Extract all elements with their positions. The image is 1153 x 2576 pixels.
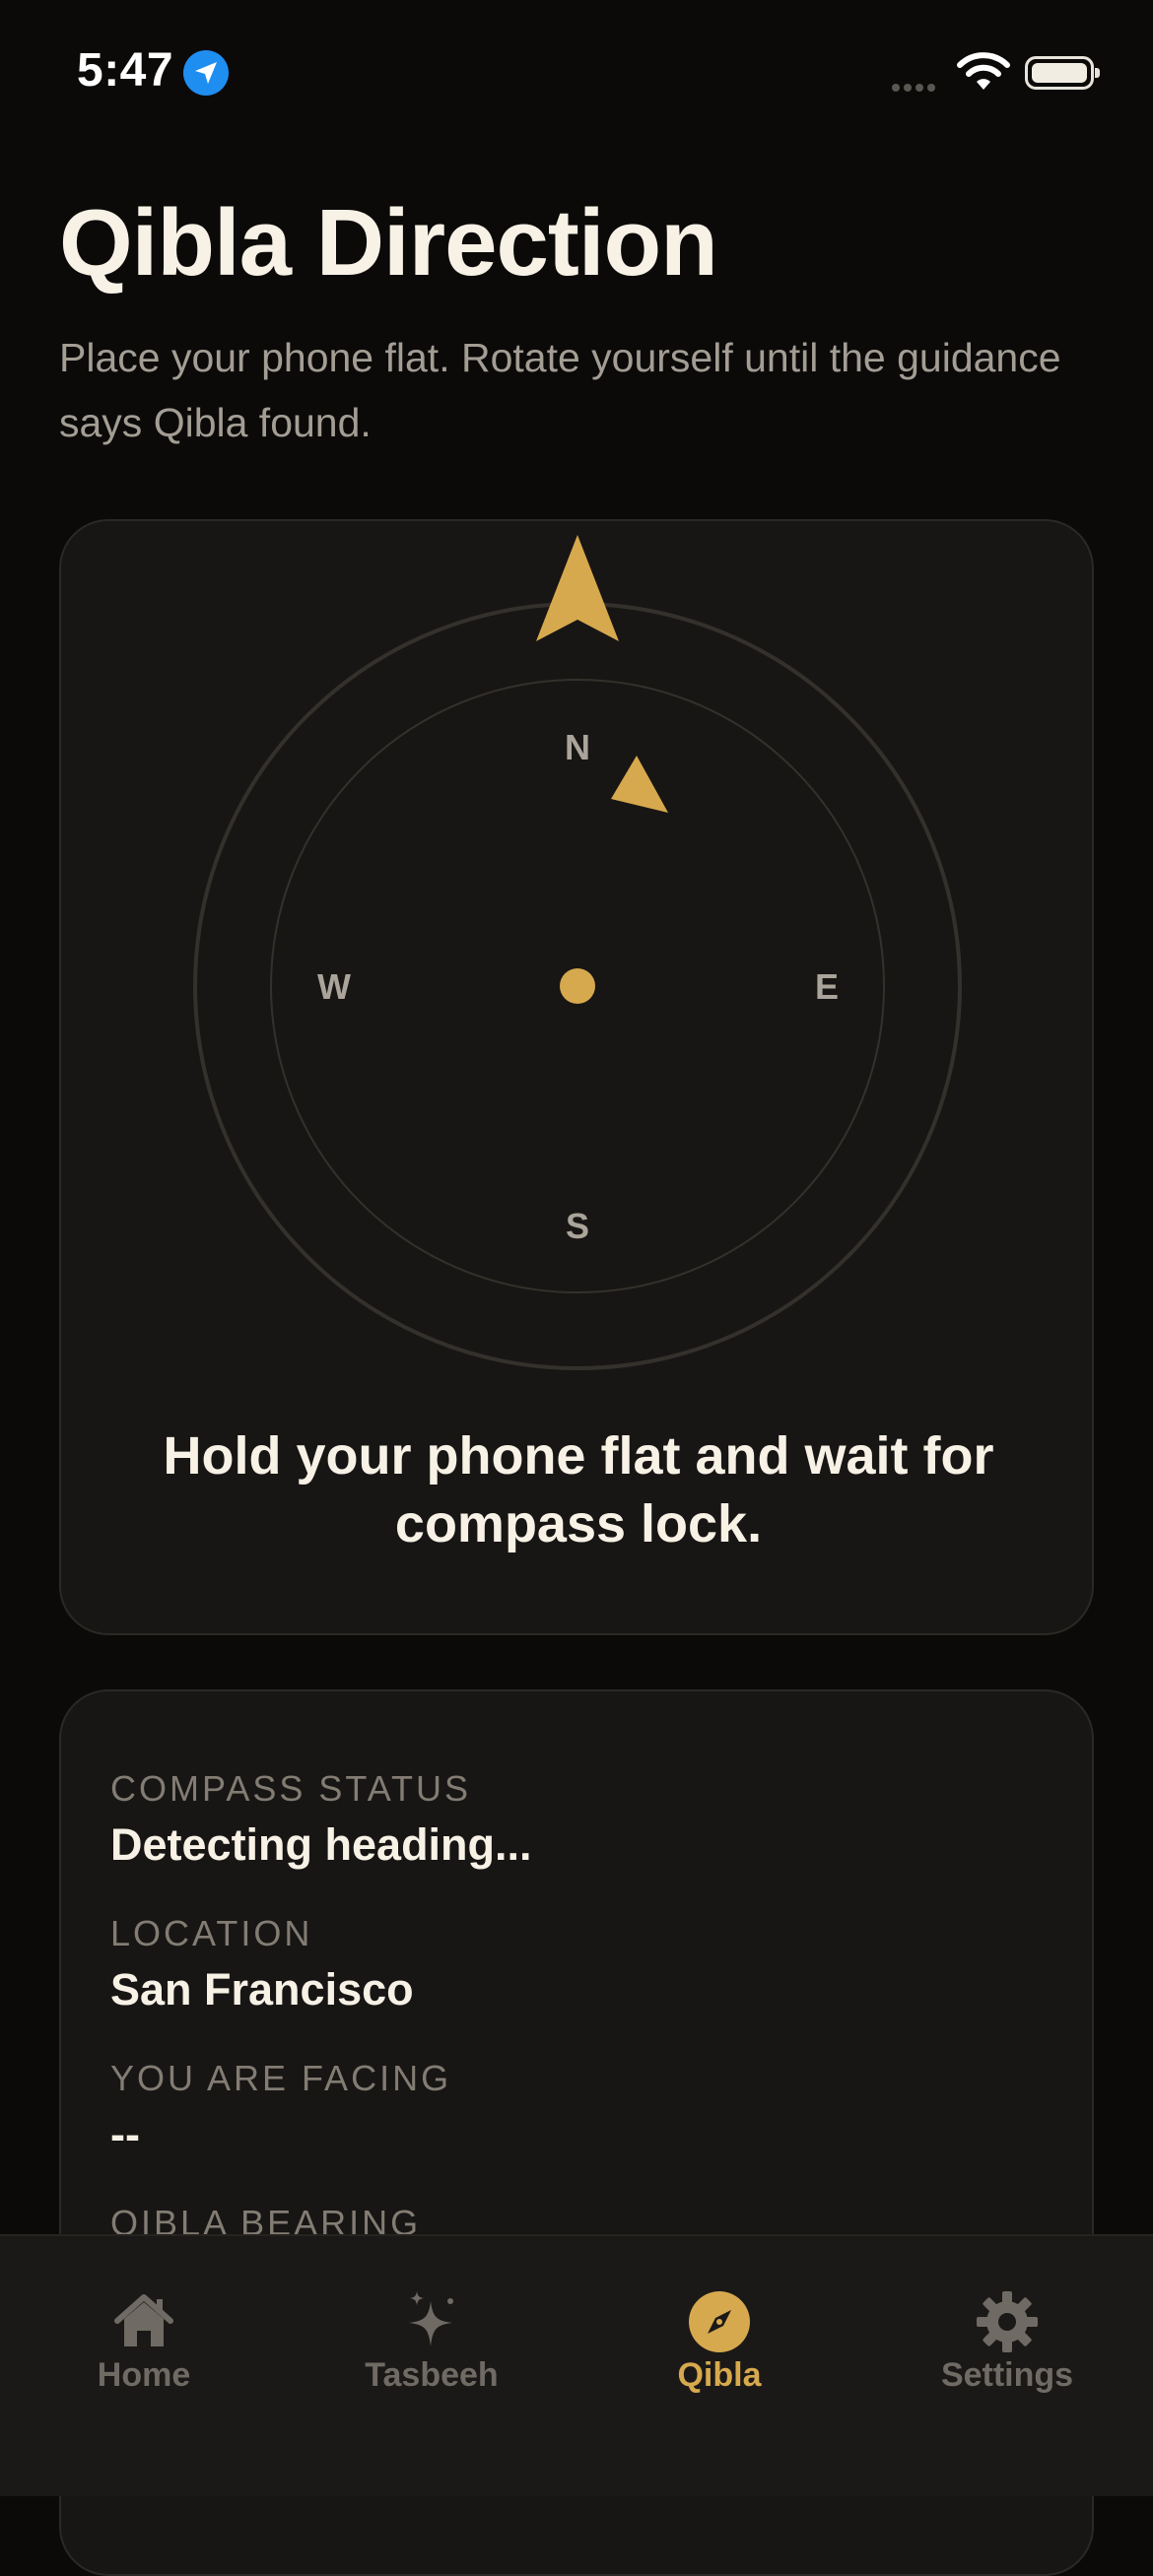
facing-value: --	[110, 2109, 140, 2159]
tab-home-label: Home	[97, 2356, 191, 2394]
sparkle-icon	[409, 2291, 453, 2346]
status-time: 5:47	[77, 44, 174, 97]
tab-bar: Home Tasbeeh Qibla Settings	[0, 2234, 1153, 2496]
page-title: Qibla Direction	[59, 190, 718, 296]
battery-icon	[1025, 56, 1100, 90]
home-icon	[114, 2294, 173, 2346]
compass-icon	[689, 2291, 750, 2352]
cardinal-north: N	[565, 727, 590, 767]
status-bar: 5:47	[0, 0, 1153, 148]
page-subtitle: Place your phone flat. Rotate yourself u…	[59, 335, 1061, 445]
tab-settings-label: Settings	[940, 2356, 1074, 2394]
tab-qibla[interactable]: Qibla	[576, 2236, 863, 2433]
guidance-message: Hold your phone flat and wait for compas…	[163, 1426, 994, 1553]
cardinal-south: S	[566, 1206, 589, 1246]
wifi-icon	[957, 52, 1010, 90]
cardinal-west: W	[317, 966, 351, 1007]
location-arrow-icon	[183, 50, 229, 96]
qibla-pointer-icon	[611, 756, 668, 813]
tab-home[interactable]: Home	[0, 2236, 288, 2433]
tab-settings[interactable]: Settings	[863, 2236, 1151, 2433]
cardinal-east: E	[815, 966, 839, 1007]
compass-status-value: Detecting heading...	[110, 1819, 532, 1870]
tab-tasbeeh-label: Tasbeeh	[365, 2356, 499, 2394]
facing-label: YOU ARE FACING	[110, 2058, 452, 2098]
compass-status-label: COMPASS STATUS	[110, 1768, 472, 1809]
location-label: LOCATION	[110, 1913, 313, 1953]
heading-pointer-icon	[536, 535, 619, 641]
tab-qibla-label: Qibla	[677, 2356, 762, 2394]
tab-tasbeeh[interactable]: Tasbeeh	[288, 2236, 576, 2433]
compass-card: N S W E Hold your phone flat and wait fo…	[59, 519, 1094, 1635]
gear-icon	[977, 2291, 1038, 2352]
location-value: San Francisco	[110, 1964, 414, 2015]
cellular-signal-icon	[892, 79, 939, 97]
compass-center-dot	[560, 968, 595, 1004]
